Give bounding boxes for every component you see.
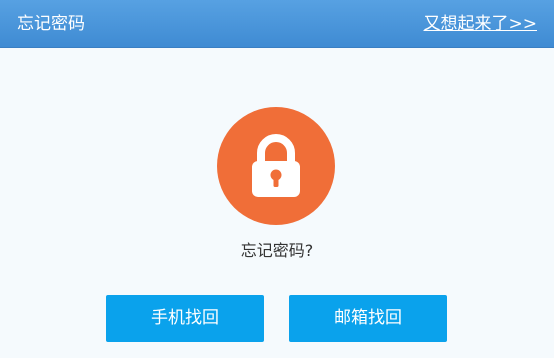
dialog-title: 忘记密码 <box>17 14 85 34</box>
lock-icon <box>217 107 335 225</box>
remembered-password-link[interactable]: 又想起来了>> <box>424 12 538 36</box>
forgot-password-question: 忘记密码? <box>240 241 314 260</box>
dialog-header: 忘记密码 又想起来了>> <box>0 0 554 48</box>
forgot-password-dialog: 忘记密码 又想起来了>> 忘记密码? 手机找回 邮箱找回 <box>0 0 554 358</box>
recover-by-phone-button[interactable]: 手机找回 <box>106 295 264 342</box>
recover-by-email-button[interactable]: 邮箱找回 <box>289 295 447 342</box>
